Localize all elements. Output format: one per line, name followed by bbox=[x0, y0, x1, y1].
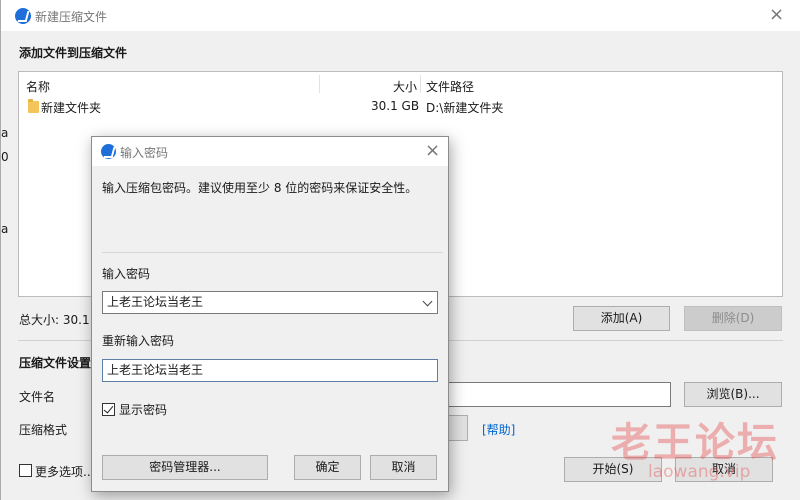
row-size: 30.1 GB bbox=[371, 99, 420, 113]
add-files-heading: 添加文件到压缩文件 bbox=[19, 46, 128, 60]
filename-label: 文件名 bbox=[19, 390, 56, 404]
password-value: 上老王论坛当老王 bbox=[107, 295, 204, 309]
confirm-password-value: 上老王论坛当老王 bbox=[107, 363, 204, 377]
format-label: 压缩格式 bbox=[19, 423, 68, 437]
dialog-close-icon[interactable]: × bbox=[425, 142, 440, 160]
confirm-password-input[interactable]: 上老王论坛当老王 bbox=[102, 359, 438, 382]
watermark-english: laowang.vip bbox=[648, 462, 751, 482]
close-icon[interactable]: × bbox=[769, 6, 784, 24]
more-options-label[interactable]: 更多选项... bbox=[35, 463, 94, 480]
column-header-name[interactable]: 名称 bbox=[26, 78, 50, 95]
edge-glyph: a bbox=[1, 222, 9, 236]
row-name: 新建文件夹 bbox=[41, 101, 102, 115]
more-options-checkbox[interactable] bbox=[19, 464, 32, 477]
app-logo-icon bbox=[101, 144, 116, 159]
password-input[interactable]: 上老王论坛当老王 bbox=[102, 291, 438, 314]
delete-button[interactable]: 删除(D) bbox=[684, 306, 782, 331]
edge-glyph: 0 bbox=[1, 150, 9, 164]
add-button[interactable]: 添加(A) bbox=[573, 306, 670, 331]
watermark-chinese: 老王论坛 bbox=[611, 420, 779, 466]
dialog-titlebar: 输入密码 × bbox=[92, 137, 448, 166]
column-header-size[interactable]: 大小 bbox=[393, 78, 417, 95]
main-titlebar: 新建压缩文件 × bbox=[1, 0, 800, 31]
dialog-cancel-button[interactable]: 取消 bbox=[370, 455, 437, 480]
app-logo-icon bbox=[15, 8, 31, 24]
browse-button[interactable]: 浏览(B)... bbox=[684, 382, 782, 407]
settings-heading: 压缩文件设置 bbox=[19, 356, 92, 370]
dialog-title: 输入密码 bbox=[120, 146, 169, 160]
dialog-divider bbox=[102, 252, 443, 253]
password-label: 输入密码 bbox=[102, 267, 151, 281]
dialog-description: 输入压缩包密码。建议使用至少 8 位的密码来保证安全性。 bbox=[102, 181, 418, 195]
column-header-path[interactable]: 文件路径 bbox=[426, 78, 474, 95]
filename-input[interactable] bbox=[447, 382, 671, 407]
format-select-edge[interactable] bbox=[447, 415, 468, 441]
password-manager-button[interactable]: 密码管理器... bbox=[102, 455, 268, 480]
column-separator[interactable] bbox=[420, 75, 421, 93]
folder-icon bbox=[28, 99, 39, 113]
show-password-checkbox[interactable] bbox=[102, 403, 115, 416]
row-path: D:\新建文件夹 bbox=[426, 101, 504, 115]
show-password-label[interactable]: 显示密码 bbox=[119, 401, 167, 418]
help-link[interactable]: [帮助] bbox=[482, 421, 515, 438]
ok-button[interactable]: 确定 bbox=[294, 455, 361, 480]
edge-glyph: a bbox=[1, 126, 9, 140]
chevron-down-icon[interactable] bbox=[422, 296, 433, 307]
confirm-password-label: 重新输入密码 bbox=[102, 334, 175, 348]
column-separator[interactable] bbox=[319, 75, 320, 93]
password-dialog: 输入密码 × 输入压缩包密码。建议使用至少 8 位的密码来保证安全性。 输入密码… bbox=[91, 136, 449, 492]
window-title: 新建压缩文件 bbox=[35, 10, 108, 24]
